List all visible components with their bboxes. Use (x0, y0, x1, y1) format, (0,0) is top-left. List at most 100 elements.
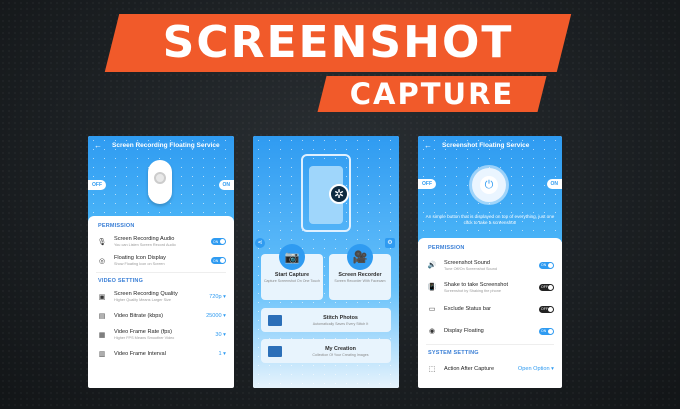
start-capture-tile[interactable]: 📷 Start Capture Capture Screenshot On On… (261, 244, 323, 300)
sound-icon: 🔊 (427, 262, 437, 269)
row-sub: Higher FPS Means Smoother Video (114, 336, 175, 340)
row-label: Exclude Status bar (444, 306, 491, 312)
setting-row-quality[interactable]: ▣ Screen Recording Quality Higher Quality… (88, 287, 234, 306)
value-text: 720p (209, 293, 222, 300)
setting-row-audio[interactable]: 🎙 Screen Recording Audio You can Listen S… (88, 232, 234, 251)
setting-row-action-after[interactable]: ⬚ Action After Capture Open Option ▾ (418, 359, 562, 378)
service-description: An simple button that is displayed on to… (425, 214, 555, 225)
framerate-value[interactable]: 30 ▾ (215, 332, 226, 338)
power-button-icon[interactable]: ⏻ (472, 168, 506, 202)
right-titlebar: ← Screenshot Floating Service (418, 136, 562, 154)
setting-row-display-floating[interactable]: ◉ Display Floating ON (418, 320, 562, 342)
floating-remote-icon (148, 160, 172, 204)
interval-icon: ▥ (98, 350, 106, 358)
on-pill[interactable]: ON (218, 180, 234, 190)
bitrate-icon: ▤ (98, 312, 106, 320)
setting-row-bitrate[interactable]: ▤ Video Bitrate (kbps) 25000 ▾ (88, 306, 234, 325)
toggle-shake[interactable]: OFF (539, 283, 554, 291)
value-text: 1 (218, 350, 222, 357)
toggle-audio[interactable]: ON (211, 238, 226, 245)
phone-home: ✲ ⋖ ⚙ 📷 Start Capture Capture Screenshot… (253, 136, 399, 388)
bitrate-value[interactable]: 25000 ▾ (206, 313, 226, 319)
share-icon[interactable]: ⋖ (255, 238, 265, 248)
phone-screenshot-service: ← Screenshot Floating Service OFF ON ⏻ A… (418, 136, 562, 388)
folder-icon (268, 345, 282, 357)
tile-label: Screen Recorder (338, 272, 382, 278)
target-icon: ◎ (98, 257, 106, 265)
right-header: ← Screenshot Floating Service OFF ON ⏻ A… (418, 136, 562, 242)
right-title: Screenshot Floating Service (442, 141, 530, 149)
tile-sub: Screen Recorder With Facecam (334, 279, 386, 283)
setting-row-shake[interactable]: 📳 Shake to take Screenshot Screenshot by … (418, 276, 562, 298)
row-sub: Show Floating Icon on Screen (114, 262, 165, 266)
tile-label: My Creation (325, 345, 356, 352)
row-label: Display Floating (444, 328, 484, 334)
left-header: ← Screen Recording Floating Service OFF … (88, 136, 234, 222)
toggle-floating-icon[interactable]: ON (211, 257, 226, 264)
section-video-setting: VIDEO SETTING (98, 278, 144, 284)
quality-icon: ▣ (98, 293, 106, 301)
shutter-icon: ✲ (329, 184, 349, 204)
microphone-icon: 🎙 (97, 238, 107, 246)
left-settings-panel: PERMISSION 🎙 Screen Recording Audio You c… (88, 216, 234, 363)
off-pill[interactable]: OFF (88, 180, 106, 190)
row-label: Video Frame Rate (fps) (114, 329, 173, 335)
off-pill[interactable]: OFF (418, 179, 436, 189)
on-pill[interactable]: ON (546, 179, 562, 189)
divider (426, 344, 554, 345)
row-sub: Higher Quality Means Larger Size (114, 298, 171, 302)
setting-row-sound[interactable]: 🔊 Screenshot Sound Tune Off/On Screenshot… (418, 254, 562, 276)
left-title: Screen Recording Floating Service (112, 141, 220, 149)
tile-sub: Collection Of Your Creating Images (312, 352, 369, 357)
floating-icon: ◉ (428, 328, 436, 335)
video-camera-icon: 🎥 (347, 244, 373, 270)
tile-label: Stitch Photos (323, 314, 358, 321)
setting-row-floating-icon[interactable]: ◎ Floating Icon Display Show Floating Ico… (88, 251, 234, 270)
tile-sub: Automatically Saves Every Stitch It (312, 321, 369, 326)
toggle-display-floating[interactable]: ON (539, 327, 554, 335)
subtitle-banner: CAPTURE (317, 76, 547, 112)
left-titlebar: ← Screen Recording Floating Service (88, 136, 234, 154)
row-label: Video Frame Interval (114, 350, 166, 357)
screen-recorder-tile[interactable]: 🎥 Screen Recorder Screen Recorder With F… (329, 244, 391, 300)
back-arrow-icon[interactable]: ← (94, 141, 102, 150)
film-icon: ▦ (98, 331, 106, 339)
divider (96, 272, 226, 273)
setting-row-interval[interactable]: ▥ Video Frame Interval 1 ▾ (88, 344, 234, 363)
phone-screen-recording: ← Screen Recording Floating Service OFF … (88, 136, 234, 388)
image-icon (268, 314, 282, 326)
section-system-setting: SYSTEM SETTING (428, 350, 479, 356)
phone-illustration-icon: ✲ (301, 154, 351, 232)
shake-icon: 📳 (427, 284, 437, 291)
interval-value[interactable]: 1 ▾ (219, 351, 227, 357)
settings-icon[interactable]: ⚙ (385, 238, 395, 248)
action-icon: ⬚ (428, 365, 436, 373)
my-creation-tile[interactable]: My Creation Collection Of Your Creating … (261, 339, 391, 363)
title-line2: CAPTURE (349, 77, 515, 111)
row-label: Video Bitrate (kbps) (114, 312, 164, 319)
row-label: Floating Icon Display (114, 255, 166, 261)
action-after-value[interactable]: Open Option ▾ (518, 366, 554, 372)
back-arrow-icon[interactable]: ← (424, 141, 432, 150)
title-line1: SCREENSHOT (162, 17, 514, 68)
tile-sub: Capture Screenshot On One Touch (263, 279, 321, 283)
value-text: 30 (215, 331, 222, 338)
right-settings-panel: PERMISSION 🔊 Screenshot Sound Tune Off/On… (418, 238, 562, 378)
toggle-sound[interactable]: ON (539, 261, 554, 269)
camera-icon: 📷 (279, 244, 305, 270)
tile-label: Start Capture (274, 272, 310, 278)
stitch-photos-tile[interactable]: Stitch Photos Automatically Saves Every … (261, 308, 391, 332)
row-label: Action After Capture (444, 365, 495, 372)
setting-row-status-bar[interactable]: ▭ Exclude Status bar OFF (418, 298, 562, 320)
quality-value[interactable]: 720p ▾ (209, 294, 226, 300)
row-label: Screen Recording Audio (114, 236, 175, 242)
row-sub: Tune Off/On Screenshot Sound (444, 266, 497, 271)
toggle-status-bar[interactable]: OFF (539, 305, 554, 313)
row-label: Shake to take Screenshot (444, 281, 509, 288)
section-permission: PERMISSION (98, 223, 135, 229)
value-text: 25000 (206, 312, 222, 319)
setting-row-framerate[interactable]: ▦ Video Frame Rate (fps) Higher FPS Means… (88, 325, 234, 344)
row-label: Screenshot Sound (444, 259, 491, 266)
row-sub: You can Listen Screen Record Audio (114, 243, 176, 247)
row-label: Screen Recording Quality (114, 291, 178, 297)
